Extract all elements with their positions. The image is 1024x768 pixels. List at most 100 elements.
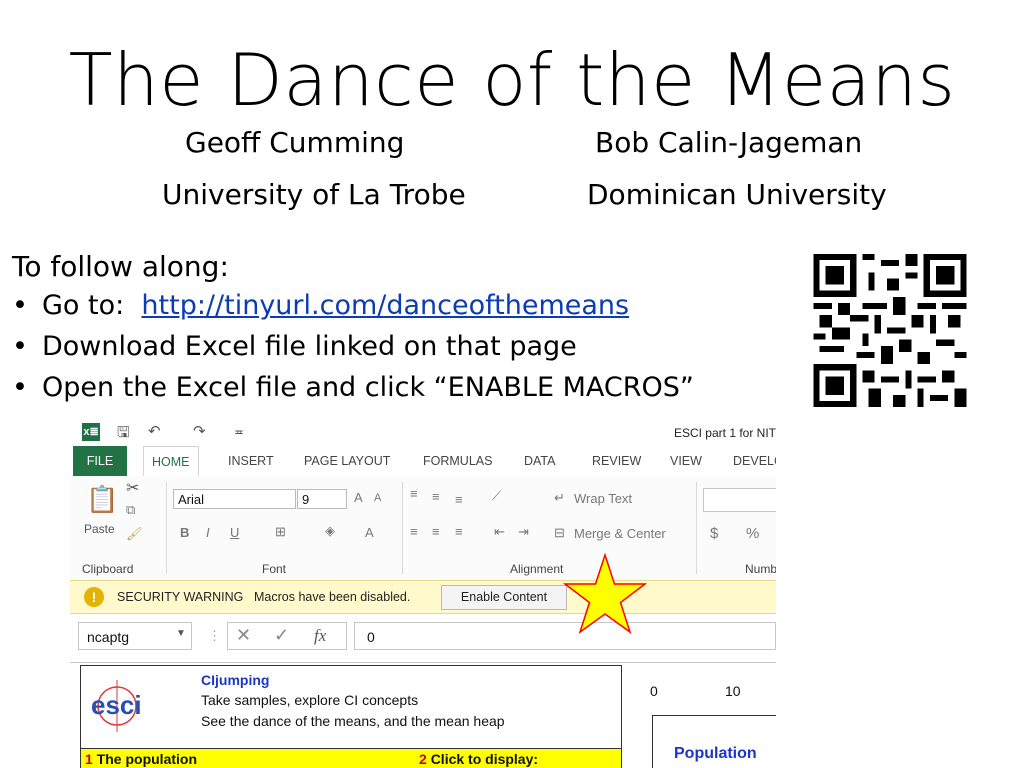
group-divider bbox=[402, 482, 403, 574]
formula-buttons: ✕ ✓ fx bbox=[227, 622, 347, 650]
italic-button[interactable]: I bbox=[206, 525, 210, 540]
borders-icon[interactable]: ⊞ bbox=[275, 524, 286, 540]
instruction-item: • Go to: http://tinyurl.com/danceofthemea… bbox=[12, 290, 694, 331]
ribbon-tabs: FILE HOME INSERT PAGE LAYOUT FORMULAS DA… bbox=[70, 446, 776, 478]
bold-button[interactable]: B bbox=[180, 525, 189, 540]
tab-file[interactable]: FILE bbox=[73, 446, 127, 476]
wrap-text-icon[interactable]: ↵ bbox=[554, 490, 565, 506]
merge-center-button[interactable]: Merge & Center bbox=[574, 526, 666, 541]
author-affiliation-2: Dominican University bbox=[587, 178, 887, 211]
display-section-label: 2 Click to display: bbox=[419, 751, 539, 767]
decrease-indent-icon[interactable]: ⇤ bbox=[494, 524, 505, 540]
warning-icon: ! bbox=[84, 587, 104, 607]
chevron-down-icon[interactable]: ▼ bbox=[176, 628, 186, 639]
qr-code-icon[interactable] bbox=[810, 254, 970, 407]
author-name-1: Geoff Cumming bbox=[185, 126, 405, 159]
paste-button[interactable]: Paste bbox=[84, 522, 115, 536]
quick-access-toolbar: x≣ 🖫 ↶ ↷ ≖ ESCI part 1 for NIT bbox=[70, 418, 776, 446]
author-affiliation-1: University of La Trobe bbox=[162, 178, 466, 211]
name-box[interactable]: ncaptg bbox=[78, 622, 192, 650]
instruction-text: Go to: bbox=[42, 290, 142, 321]
security-warning-title: SECURITY WARNING bbox=[117, 590, 244, 604]
axis-line bbox=[652, 715, 776, 716]
number-group-label: Numb bbox=[745, 562, 776, 576]
highlight-star-icon bbox=[562, 552, 648, 634]
tab-developer[interactable]: DEVELO bbox=[725, 446, 776, 476]
esci-logo: esci bbox=[91, 680, 142, 732]
align-center-icon[interactable]: ≡ bbox=[432, 524, 440, 539]
font-name-select[interactable]: Arial bbox=[173, 489, 296, 509]
formula-bar: ncaptg ▼ ⋮ ✕ ✓ fx 0 bbox=[70, 618, 776, 658]
align-bottom-icon[interactable]: ≡ bbox=[455, 492, 463, 507]
more-options-icon[interactable]: ⋮ bbox=[208, 628, 221, 644]
font-color-button[interactable]: A bbox=[365, 525, 374, 540]
increase-indent-icon[interactable]: ⇥ bbox=[518, 524, 529, 540]
excel-icon: x≣ bbox=[82, 423, 100, 441]
merge-center-icon[interactable]: ⊟ bbox=[554, 525, 565, 541]
esci-logo-text: esci bbox=[91, 690, 142, 720]
grow-font-icon[interactable]: A bbox=[354, 490, 363, 505]
font-group-label: Font bbox=[262, 562, 287, 576]
align-left-icon[interactable]: ≡ bbox=[410, 524, 418, 539]
window-title: ESCI part 1 for NIT bbox=[673, 426, 776, 440]
tab-view[interactable]: VIEW bbox=[662, 446, 710, 476]
cut-icon[interactable]: ✂ bbox=[126, 478, 139, 498]
fill-color-icon[interactable]: ◈ bbox=[325, 523, 335, 539]
tab-home[interactable]: HOME bbox=[143, 446, 199, 478]
enter-icon[interactable]: ✓ bbox=[274, 625, 289, 646]
cancel-icon[interactable]: ✕ bbox=[236, 625, 251, 646]
align-middle-icon[interactable]: ≡ bbox=[432, 489, 440, 504]
instruction-text: Open the Excel file and click “ENABLE MA… bbox=[42, 372, 694, 403]
bullet-icon: • bbox=[12, 331, 28, 362]
align-right-icon[interactable]: ≡ bbox=[455, 524, 463, 539]
bullet-icon: • bbox=[12, 290, 28, 321]
tab-review[interactable]: REVIEW bbox=[584, 446, 649, 476]
insert-function-button[interactable]: fx bbox=[314, 626, 326, 646]
align-top-icon[interactable]: ≡ bbox=[410, 486, 418, 501]
security-warning-bar: ! SECURITY WARNING Macros have been disa… bbox=[70, 580, 776, 614]
axis-tick-label: 10 bbox=[725, 683, 741, 699]
worksheet: esci CIjumping Take samples, explore CI … bbox=[70, 662, 776, 768]
customize-qat-icon[interactable]: ≖ bbox=[234, 425, 244, 439]
sheet-description-2: See the dance of the means, and the mean… bbox=[201, 713, 505, 729]
bullet-icon: • bbox=[12, 372, 28, 403]
redo-icon[interactable]: ↷ bbox=[193, 422, 206, 440]
percent-button[interactable]: % bbox=[746, 525, 759, 542]
shrink-font-icon[interactable]: A bbox=[374, 492, 381, 504]
instruction-item: • Download Excel file linked on that page bbox=[12, 331, 694, 372]
intro-panel: esci CIjumping Take samples, explore CI … bbox=[80, 665, 622, 768]
currency-button[interactable]: $ bbox=[710, 525, 718, 542]
alignment-group-label: Alignment bbox=[510, 562, 564, 576]
enable-content-button[interactable]: Enable Content bbox=[441, 585, 567, 610]
tinyurl-link[interactable]: http://tinyurl.com/danceofthemeans bbox=[141, 290, 629, 321]
copy-icon[interactable]: ⧉ bbox=[126, 502, 135, 518]
wrap-text-button[interactable]: Wrap Text bbox=[574, 491, 632, 506]
axis-tick-label: 0 bbox=[650, 683, 658, 699]
population-chart: 0 10 Population bbox=[640, 671, 776, 768]
control-row: 1 The population 2 Click to display: bbox=[81, 748, 621, 768]
undo-icon[interactable]: ↶ bbox=[148, 422, 161, 440]
sheet-description-1: Take samples, explore CI concepts bbox=[201, 692, 419, 708]
axis-line bbox=[652, 715, 653, 768]
tab-formulas[interactable]: FORMULAS bbox=[415, 446, 500, 476]
group-divider bbox=[166, 482, 167, 574]
instruction-list: • Go to: http://tinyurl.com/danceofthemea… bbox=[12, 290, 694, 413]
number-format-select[interactable] bbox=[703, 488, 776, 512]
security-warning-message: Macros have been disabled. bbox=[254, 590, 411, 604]
paste-icon[interactable]: 📋 bbox=[86, 484, 118, 515]
group-divider bbox=[696, 482, 697, 574]
format-painter-icon[interactable]: 🖌 bbox=[126, 526, 143, 542]
instruction-item: • Open the Excel file and click “ENABLE M… bbox=[12, 372, 694, 413]
orientation-icon[interactable]: ⟋ bbox=[492, 488, 501, 504]
clipboard-group-label: Clipboard bbox=[82, 562, 134, 576]
tab-data[interactable]: DATA bbox=[516, 446, 563, 476]
slide-title: The Dance of the Means bbox=[68, 38, 956, 122]
tab-insert[interactable]: INSERT bbox=[220, 446, 282, 476]
font-size-select[interactable]: 9 bbox=[297, 489, 347, 509]
underline-button[interactable]: U bbox=[230, 525, 239, 540]
population-section-label: 1 The population bbox=[85, 751, 198, 767]
population-label: Population bbox=[674, 745, 757, 762]
save-icon[interactable]: 🖫 bbox=[117, 422, 130, 447]
tab-page-layout[interactable]: PAGE LAYOUT bbox=[296, 446, 398, 476]
ribbon-home: 📋 Paste ✂ ⧉ 🖌 Clipboard Arial 9 A A B I … bbox=[70, 476, 776, 580]
